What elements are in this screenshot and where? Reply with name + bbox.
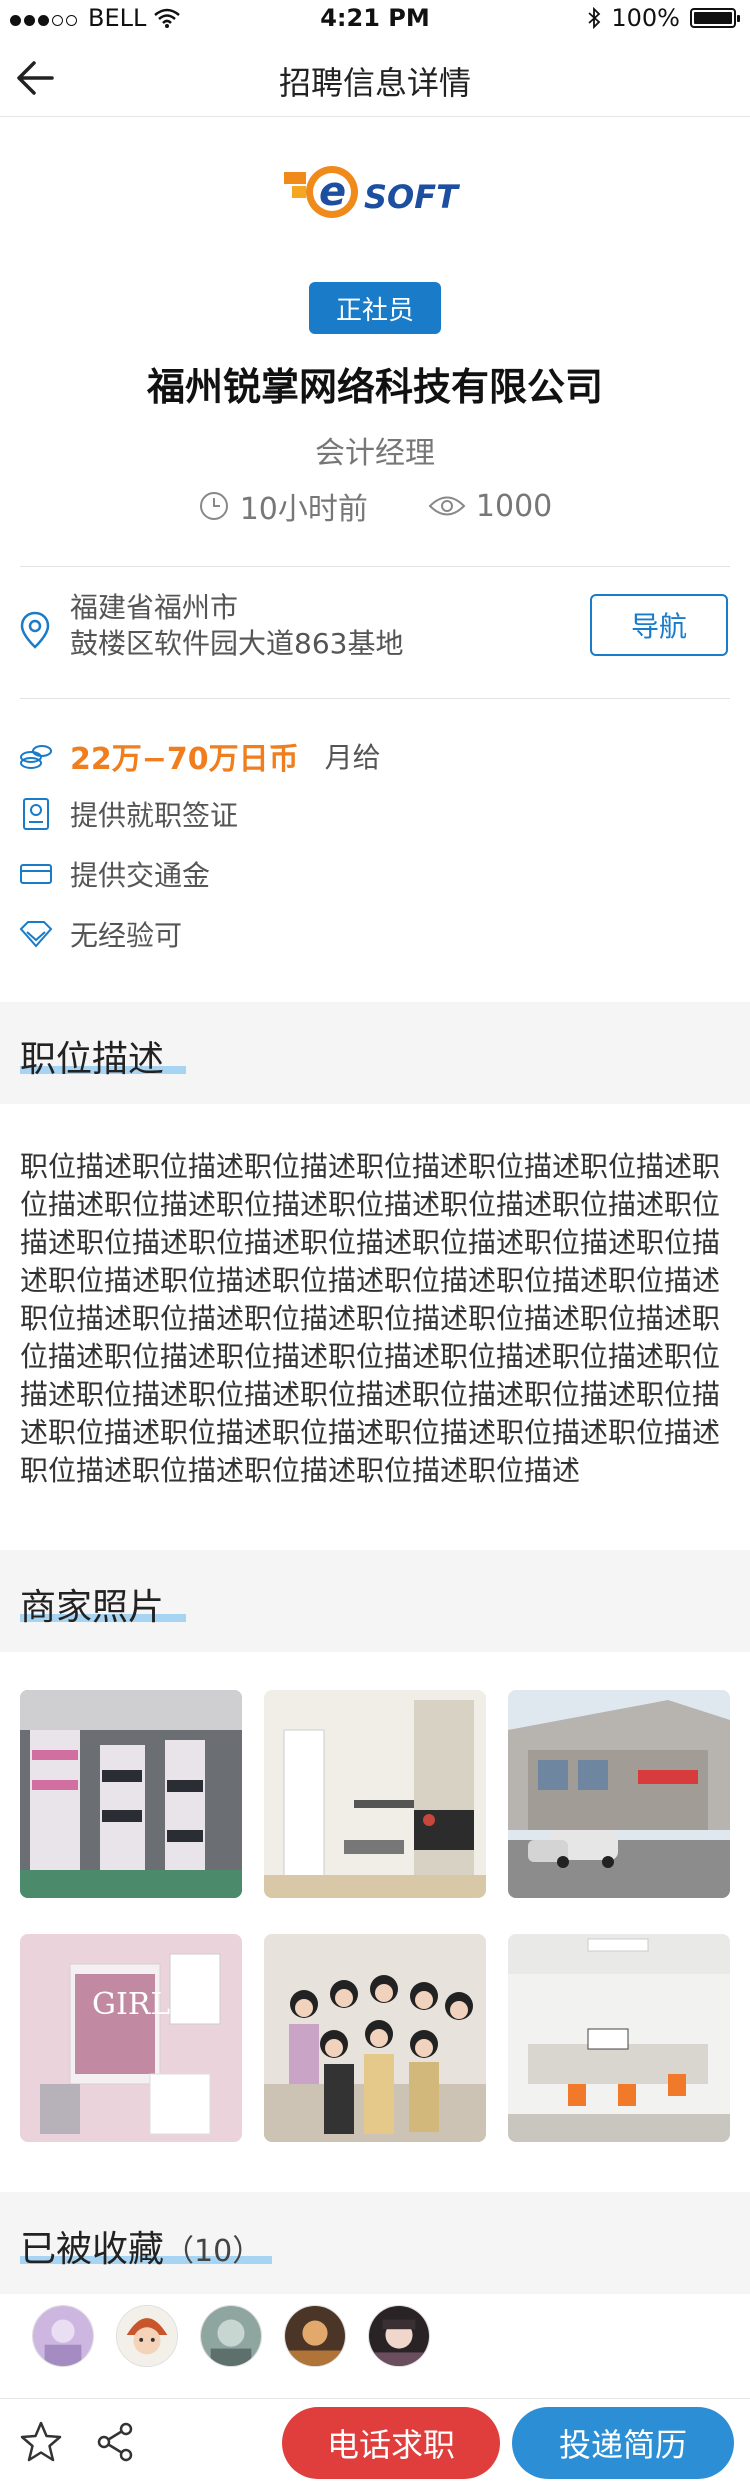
page-title: 招聘信息详情 xyxy=(278,64,471,102)
favorites-section-header: 已被收藏（10） xyxy=(0,2192,750,2294)
favorite-button[interactable] xyxy=(18,2419,64,2469)
card-icon xyxy=(18,856,54,892)
photos-section-header: 商家照片 xyxy=(0,1550,750,1652)
shop-photo[interactable] xyxy=(508,1934,730,2142)
coins-icon xyxy=(18,738,54,774)
apply-button[interactable]: 投递简历 xyxy=(512,2407,734,2479)
job-description: 职位描述职位描述职位描述职位描述职位描述职位描述职位描述职位描述职位描述职位描述… xyxy=(20,1150,721,1487)
salary-range: 22万−70万日币 xyxy=(70,742,299,777)
bottom-action-bar: 电话求职 投递简历 xyxy=(0,2398,750,2488)
visa-row: 提供就职签证 xyxy=(18,794,238,834)
battery-icon xyxy=(690,8,740,28)
clock-icon xyxy=(199,492,228,520)
status-bar: BELL 4:21 PM 100% xyxy=(0,0,750,40)
section-title: 职位描述 xyxy=(20,1039,165,1080)
call-button[interactable]: 电话求职 xyxy=(282,2407,500,2479)
divider xyxy=(20,566,730,567)
avatar[interactable] xyxy=(200,2305,262,2367)
address-block: 福建省福州市 鼓楼区软件园大道863基地 xyxy=(70,590,403,662)
section-title: 已被收藏 xyxy=(20,2229,165,2270)
description-section-header: 职位描述 xyxy=(0,1002,750,1104)
salary-period: 月给 xyxy=(324,741,381,774)
address-line2: 鼓楼区软件园大道863基地 xyxy=(70,627,404,660)
transport-text: 提供交通金 xyxy=(70,859,211,892)
svg-text:SOFT: SOFT xyxy=(364,178,460,216)
job-type-badge: 正社员 xyxy=(309,282,441,334)
section-title: 商家照片 xyxy=(20,1587,165,1628)
diamond-icon xyxy=(18,916,54,952)
battery-percent: 100% xyxy=(611,4,680,32)
location-pin-icon xyxy=(20,611,50,649)
avatar[interactable] xyxy=(284,2305,346,2367)
avatar[interactable] xyxy=(32,2305,94,2367)
shop-photo[interactable] xyxy=(264,1934,486,2142)
company-name: 福州锐掌网络科技有限公司 xyxy=(146,365,603,409)
nav-bar: 招聘信息详情 xyxy=(0,40,750,117)
shop-photo[interactable] xyxy=(508,1690,730,1898)
favorites-count: （10） xyxy=(164,2234,263,2269)
bluetooth-icon xyxy=(588,7,601,29)
navigate-button[interactable]: 导航 xyxy=(590,594,728,656)
avatar[interactable] xyxy=(116,2305,178,2367)
svg-text:GIRL: GIRL xyxy=(92,1987,170,2022)
divider xyxy=(20,698,730,699)
experience-text: 无经验可 xyxy=(70,919,183,952)
shop-photo[interactable] xyxy=(264,1690,486,1898)
posted-time: 10小时前 xyxy=(239,492,368,527)
eye-icon xyxy=(428,496,466,516)
star-icon xyxy=(20,2421,62,2462)
view-count: 1000 xyxy=(475,488,553,524)
post-meta: 10小时前 1000 xyxy=(0,484,750,528)
shop-photo[interactable]: GIRL xyxy=(20,1934,242,2142)
visa-text: 提供就职签证 xyxy=(70,799,239,832)
salary-row: 22万−70万日币 月给 xyxy=(18,734,381,778)
address-line1: 福建省福州市 xyxy=(70,591,239,624)
share-button[interactable] xyxy=(92,2419,138,2469)
position-title: 会计经理 xyxy=(315,436,435,471)
shop-photo[interactable] xyxy=(20,1690,242,1898)
avatar[interactable] xyxy=(368,2305,430,2367)
experience-row: 无经验可 xyxy=(18,914,182,954)
certificate-icon xyxy=(18,796,54,832)
share-icon xyxy=(97,2422,133,2462)
company-logo: e SOFT xyxy=(284,156,470,236)
svg-text:e: e xyxy=(319,169,346,215)
transport-row: 提供交通金 xyxy=(18,854,210,894)
